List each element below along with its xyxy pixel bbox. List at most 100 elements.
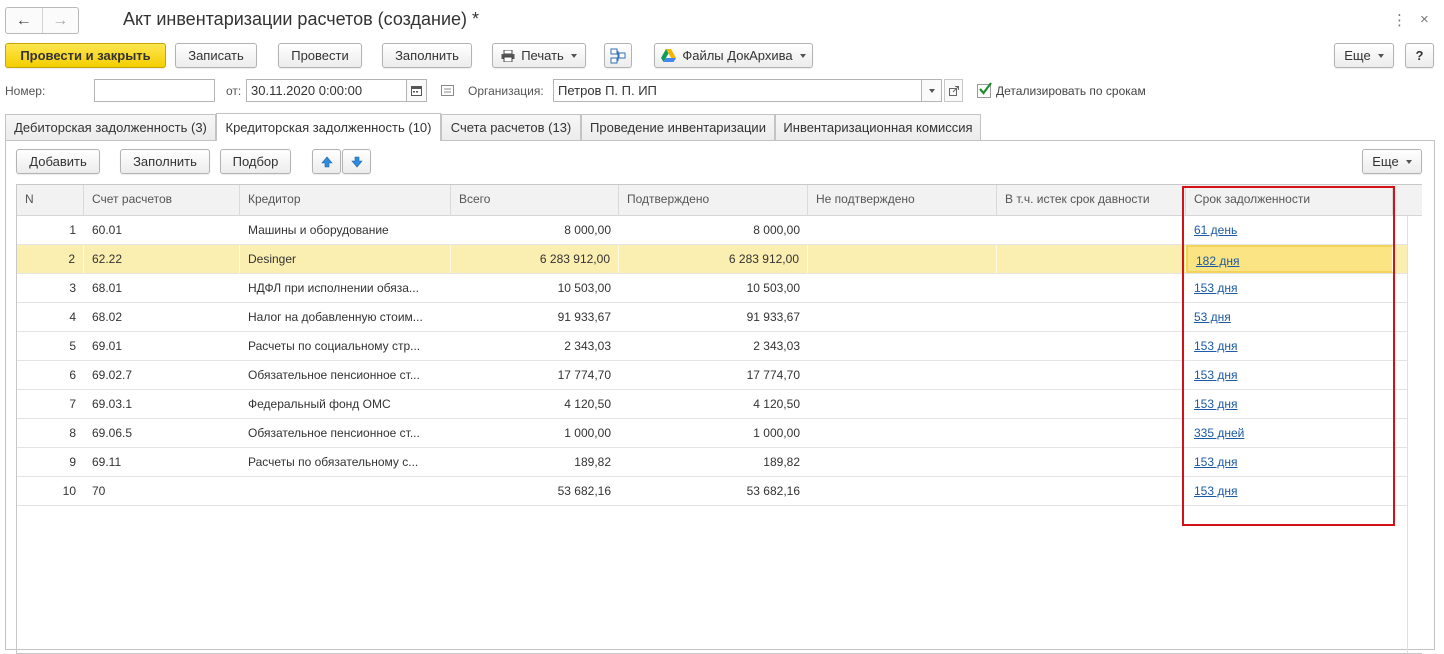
table-row[interactable]: 7 69.03.1 Федеральный фонд ОМС 4 120,50 4 12… xyxy=(17,390,1407,419)
cell-account[interactable]: 62.22 xyxy=(84,245,240,273)
cell-n[interactable]: 8 xyxy=(17,419,84,447)
cell-term[interactable]: 61 день xyxy=(1186,216,1393,244)
cell-total[interactable]: 1 000,00 xyxy=(451,419,619,447)
cell-creditor[interactable]: Обязательное пенсионное ст... xyxy=(240,419,451,447)
cell-creditor[interactable]: Desinger xyxy=(240,245,451,273)
cell-unconfirmed[interactable] xyxy=(808,303,997,331)
cell-expired[interactable] xyxy=(997,332,1186,360)
cell-unconfirmed[interactable] xyxy=(808,332,997,360)
term-link[interactable]: 182 дня xyxy=(1196,254,1239,268)
cell-account[interactable]: 69.03.1 xyxy=(84,390,240,418)
cell-term[interactable]: 153 дня xyxy=(1186,332,1393,360)
cell-unconfirmed[interactable] xyxy=(808,390,997,418)
cell-confirmed[interactable]: 10 503,00 xyxy=(619,274,808,302)
cell-unconfirmed[interactable] xyxy=(808,361,997,389)
column-header-n[interactable]: N xyxy=(17,185,84,216)
more-button[interactable]: Еще xyxy=(1334,43,1394,68)
term-link[interactable]: 153 дня xyxy=(1194,339,1237,353)
cell-n[interactable]: 7 xyxy=(17,390,84,418)
cell-total[interactable]: 2 343,03 xyxy=(451,332,619,360)
tab-receivables[interactable]: Дебиторская задолженность (3) xyxy=(5,114,216,140)
cell-account[interactable]: 60.01 xyxy=(84,216,240,244)
cell-creditor[interactable]: Обязательное пенсионное ст... xyxy=(240,361,451,389)
cell-n[interactable]: 10 xyxy=(17,477,84,505)
table-row[interactable]: 8 69.06.5 Обязательное пенсионное ст... 1 0… xyxy=(17,419,1407,448)
cell-expired[interactable] xyxy=(997,245,1186,273)
cell-expired[interactable] xyxy=(997,448,1186,476)
table-row[interactable]: 1 60.01 Машины и оборудование 8 000,00 8 000… xyxy=(17,216,1407,245)
organization-field[interactable]: Петров П. П. ИП xyxy=(553,79,923,102)
cell-term[interactable]: 153 дня xyxy=(1186,390,1393,418)
fill-button[interactable]: Заполнить xyxy=(382,43,472,68)
column-header-expired[interactable]: В т.ч. истек срок давности xyxy=(997,185,1186,216)
cell-total[interactable]: 4 120,50 xyxy=(451,390,619,418)
cell-total[interactable]: 91 933,67 xyxy=(451,303,619,331)
detail-by-term-checkbox[interactable] xyxy=(977,82,992,98)
more-vertical-icon[interactable]: ⋮ xyxy=(1392,11,1407,29)
organization-dropdown-button[interactable] xyxy=(921,79,942,102)
cell-term[interactable]: 335 дней xyxy=(1186,419,1393,447)
forward-button[interactable]: → xyxy=(41,8,79,33)
structure-button[interactable] xyxy=(604,43,632,68)
cell-total[interactable]: 53 682,16 xyxy=(451,477,619,505)
cell-account[interactable]: 69.06.5 xyxy=(84,419,240,447)
cell-creditor[interactable]: НДФЛ при исполнении обяза... xyxy=(240,274,451,302)
column-header-account[interactable]: Счет расчетов xyxy=(84,185,240,216)
cell-unconfirmed[interactable] xyxy=(808,477,997,505)
cell-term[interactable]: 153 дня xyxy=(1186,448,1393,476)
term-link[interactable]: 335 дней xyxy=(1194,426,1244,440)
cell-confirmed[interactable]: 189,82 xyxy=(619,448,808,476)
term-link[interactable]: 61 день xyxy=(1194,223,1237,237)
table-row[interactable]: 9 69.11 Расчеты по обязательному с... 189,8… xyxy=(17,448,1407,477)
cell-total[interactable]: 189,82 xyxy=(451,448,619,476)
pick-button[interactable]: Подбор xyxy=(220,149,291,174)
cell-confirmed[interactable]: 8 000,00 xyxy=(619,216,808,244)
column-header-total[interactable]: Всего xyxy=(451,185,619,216)
cell-confirmed[interactable]: 91 933,67 xyxy=(619,303,808,331)
cell-creditor[interactable]: Расчеты по обязательному с... xyxy=(240,448,451,476)
cell-expired[interactable] xyxy=(997,477,1186,505)
cell-creditor[interactable]: Федеральный фонд ОМС xyxy=(240,390,451,418)
table-row[interactable]: 4 68.02 Налог на добавленную стоим... 91 93… xyxy=(17,303,1407,332)
cell-n[interactable]: 9 xyxy=(17,448,84,476)
cell-confirmed[interactable]: 53 682,16 xyxy=(619,477,808,505)
cell-creditor[interactable] xyxy=(240,477,451,505)
tab-payables[interactable]: Кредиторская задолженность (10) xyxy=(216,113,441,141)
cell-n[interactable]: 6 xyxy=(17,361,84,389)
tab-inventory-commission[interactable]: Инвентаризационная комиссия xyxy=(775,114,981,140)
cell-account[interactable]: 68.01 xyxy=(84,274,240,302)
cell-account[interactable]: 68.02 xyxy=(84,303,240,331)
table-row[interactable]: 2 62.22 Desinger 6 283 912,00 6 283 912,00 18… xyxy=(17,245,1407,274)
cell-account[interactable]: 69.02.7 xyxy=(84,361,240,389)
cell-expired[interactable] xyxy=(997,274,1186,302)
vertical-scrollbar[interactable] xyxy=(1407,216,1422,653)
cell-expired[interactable] xyxy=(997,303,1186,331)
cell-term[interactable]: 153 дня xyxy=(1186,361,1393,389)
cell-confirmed[interactable]: 6 283 912,00 xyxy=(619,245,808,273)
cell-confirmed[interactable]: 17 774,70 xyxy=(619,361,808,389)
cell-account[interactable]: 70 xyxy=(84,477,240,505)
table-row[interactable]: 3 68.01 НДФЛ при исполнении обяза... 10 503… xyxy=(17,274,1407,303)
cell-expired[interactable] xyxy=(997,419,1186,447)
term-link[interactable]: 53 дня xyxy=(1194,310,1231,324)
cell-n[interactable]: 5 xyxy=(17,332,84,360)
calendar-button[interactable] xyxy=(406,79,427,102)
cell-n[interactable]: 4 xyxy=(17,303,84,331)
help-button[interactable]: ? xyxy=(1405,43,1434,68)
cell-expired[interactable] xyxy=(997,361,1186,389)
cell-confirmed[interactable]: 1 000,00 xyxy=(619,419,808,447)
save-button[interactable]: Записать xyxy=(175,43,257,68)
tab-inventory-posting[interactable]: Проведение инвентаризации xyxy=(581,114,775,140)
table-fill-button[interactable]: Заполнить xyxy=(120,149,210,174)
cell-expired[interactable] xyxy=(997,390,1186,418)
term-link[interactable]: 153 дня xyxy=(1194,397,1237,411)
cell-unconfirmed[interactable] xyxy=(808,245,997,273)
cell-n[interactable]: 1 xyxy=(17,216,84,244)
cell-term[interactable]: 53 дня xyxy=(1186,303,1393,331)
term-link[interactable]: 153 дня xyxy=(1194,368,1237,382)
tab-settlement-accounts[interactable]: Счета расчетов (13) xyxy=(441,114,581,140)
post-button[interactable]: Провести xyxy=(278,43,362,68)
cell-term[interactable]: 182 дня xyxy=(1186,245,1393,273)
cell-creditor[interactable]: Налог на добавленную стоим... xyxy=(240,303,451,331)
table-row[interactable]: 6 69.02.7 Обязательное пенсионное ст... 17 … xyxy=(17,361,1407,390)
